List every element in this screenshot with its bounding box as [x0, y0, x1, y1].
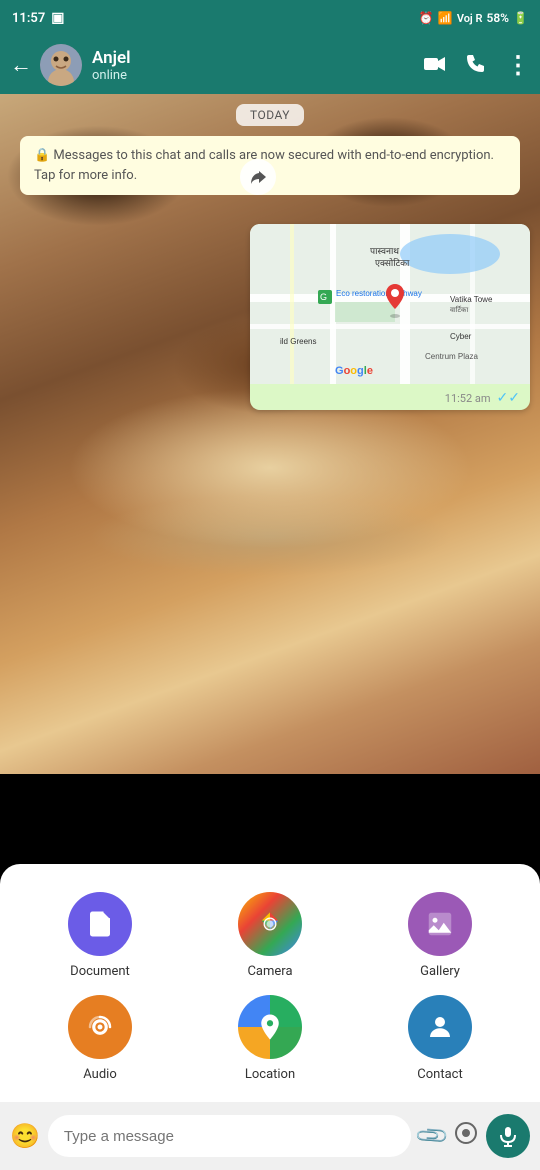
mic-button[interactable] — [486, 1114, 530, 1158]
more-options-button[interactable]: ⋮ — [506, 51, 530, 79]
status-right: ⏰ 📶 Voj R 58% 🔋 — [419, 11, 528, 25]
location-label: Location — [245, 1067, 295, 1082]
contact-label: Contact — [417, 1067, 462, 1082]
document-icon — [68, 892, 132, 956]
audio-label: Audio — [83, 1067, 116, 1082]
svg-text:Cyber: Cyber — [450, 332, 472, 341]
back-button[interactable]: ← — [10, 52, 32, 78]
emoji-button[interactable]: 😊 — [10, 1122, 40, 1150]
attach-document-button[interactable]: Document — [20, 892, 180, 979]
svg-text:Google: Google — [335, 365, 373, 377]
camera-label: Camera — [247, 964, 292, 979]
attach-audio-button[interactable]: Audio — [20, 995, 180, 1082]
alarm-icon: ⏰ — [419, 11, 434, 25]
contact-status: online — [92, 68, 424, 83]
svg-text:पास्वनाथ: पास्वनाथ — [370, 246, 399, 256]
camera-icon — [238, 892, 302, 956]
battery-text: 58% — [486, 11, 509, 25]
audio-icon — [68, 995, 132, 1059]
voice-call-button[interactable] — [466, 53, 486, 78]
chat-header: ← Anjel online ⋮ — [0, 36, 540, 94]
read-receipt: ✓✓ — [497, 390, 520, 406]
status-icon: ▣ — [51, 10, 64, 26]
svg-text:वार्टिका: वार्टिका — [450, 305, 468, 314]
wifi-icon: 📶 — [438, 11, 453, 25]
status-bar: 11:57 ▣ ⏰ 📶 Voj R 58% 🔋 — [0, 0, 540, 36]
signal-icon: Voj R — [457, 12, 483, 25]
contact-icon — [408, 995, 472, 1059]
svg-text:Eco restoration pathway: Eco restoration pathway — [336, 289, 422, 298]
status-time: 11:57 — [12, 11, 45, 26]
svg-text:एक्सोटिका: एक्सोटिका — [375, 257, 410, 268]
map-time: 11:52 am — [445, 392, 491, 405]
message-input[interactable] — [48, 1115, 411, 1157]
gallery-icon — [408, 892, 472, 956]
map-meta: 11:52 am ✓✓ — [250, 384, 530, 410]
contact-name: Anjel — [92, 48, 424, 68]
svg-text:G: G — [320, 292, 327, 302]
location-icon — [238, 995, 302, 1059]
status-left: 11:57 ▣ — [12, 10, 64, 26]
document-label: Document — [70, 964, 130, 979]
gallery-label: Gallery — [420, 964, 460, 979]
attach-gallery-button[interactable]: Gallery — [360, 892, 520, 979]
svg-text:ild Greens: ild Greens — [280, 337, 316, 346]
chat-background: TODAY 🔒 Messages to this chat and calls … — [0, 94, 540, 774]
attach-camera-button[interactable]: Camera — [190, 892, 350, 979]
camera-button[interactable] — [454, 1121, 478, 1151]
contact-info: Anjel online — [92, 48, 424, 83]
header-icons: ⋮ — [424, 51, 530, 79]
attach-location-button[interactable]: Location — [190, 995, 350, 1082]
bg-image — [0, 94, 540, 774]
battery-icon: 🔋 — [513, 11, 528, 25]
map-image[interactable]: पास्वनाथ एक्सोटिका Eco restoration pathw… — [250, 224, 530, 384]
date-bubble: TODAY — [236, 104, 304, 126]
video-call-button[interactable] — [424, 53, 446, 77]
attach-grid: Document Camera Gallery Audio — [20, 892, 520, 1082]
attach-button[interactable]: 📎 — [414, 1117, 451, 1154]
input-bar: 😊 📎 — [0, 1102, 540, 1170]
attach-contact-button[interactable]: Contact — [360, 995, 520, 1082]
forward-button[interactable] — [240, 159, 276, 195]
attachment-panel: Document Camera Gallery Audio — [0, 864, 540, 1102]
svg-text:Vatika Towe: Vatika Towe — [450, 295, 493, 304]
svg-text:Centrum Plaza: Centrum Plaza — [425, 352, 478, 361]
avatar[interactable] — [40, 44, 82, 86]
map-message-bubble[interactable]: पास्वनाथ एक्सोटिका Eco restoration pathw… — [250, 224, 530, 410]
